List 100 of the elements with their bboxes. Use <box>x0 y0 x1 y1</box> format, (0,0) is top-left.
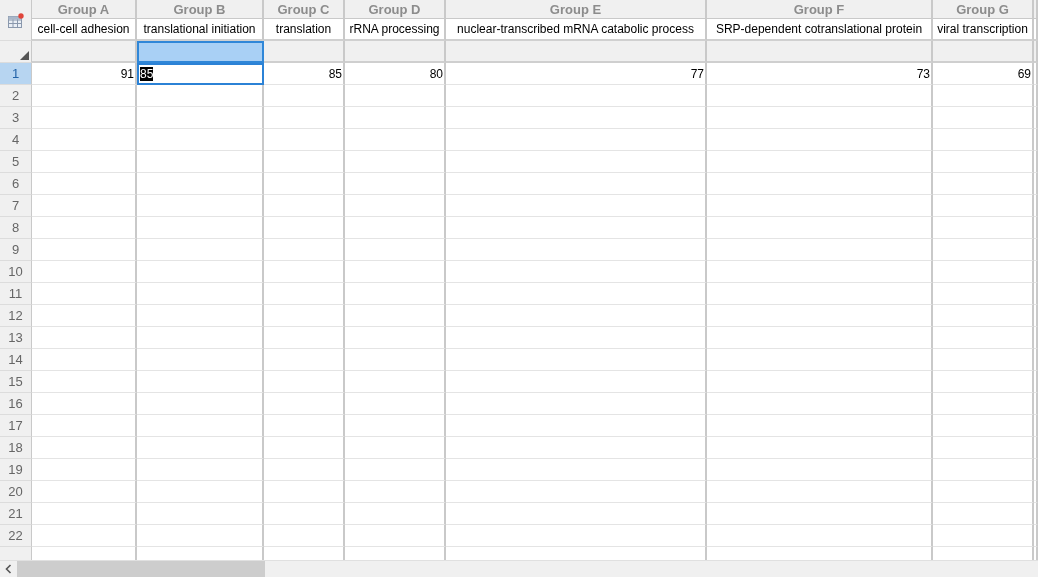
table-cell[interactable] <box>933 371 1034 393</box>
table-cell[interactable] <box>933 415 1034 437</box>
table-cell[interactable] <box>345 393 446 415</box>
table-cell[interactable] <box>933 327 1034 349</box>
table-cell[interactable] <box>264 371 345 393</box>
table-cell[interactable] <box>32 239 137 261</box>
table-cell[interactable] <box>446 481 707 503</box>
table-cell[interactable] <box>933 481 1034 503</box>
table-cell[interactable] <box>137 85 264 107</box>
table-cell[interactable] <box>446 107 707 129</box>
table-cell[interactable] <box>32 173 137 195</box>
table-cell[interactable] <box>345 129 446 151</box>
table-cell[interactable]: 91 <box>32 63 137 85</box>
table-cell[interactable] <box>345 371 446 393</box>
table-cell[interactable] <box>933 283 1034 305</box>
table-cell[interactable] <box>345 195 446 217</box>
table-cell[interactable] <box>264 481 345 503</box>
table-cell[interactable] <box>137 107 264 129</box>
table-cell[interactable] <box>32 107 137 129</box>
table-cell[interactable] <box>446 129 707 151</box>
table-cell[interactable] <box>446 503 707 525</box>
table-cell[interactable] <box>137 371 264 393</box>
table-cell[interactable] <box>707 327 933 349</box>
table-cell[interactable] <box>137 415 264 437</box>
table-cell[interactable] <box>933 195 1034 217</box>
table-cell[interactable] <box>137 151 264 173</box>
row-header[interactable]: 22 <box>0 525 32 547</box>
row-header[interactable]: 1 <box>0 63 32 85</box>
row-header[interactable]: 13 <box>0 327 32 349</box>
scroll-left-icon[interactable] <box>5 564 12 574</box>
table-cell[interactable] <box>345 481 446 503</box>
row-header[interactable]: 4 <box>0 129 32 151</box>
table-cell[interactable] <box>264 129 345 151</box>
column-header[interactable]: Group G <box>933 0 1034 19</box>
row-header[interactable]: 3 <box>0 107 32 129</box>
table-cell[interactable] <box>345 283 446 305</box>
table-cell[interactable] <box>707 525 933 547</box>
row-header[interactable]: 18 <box>0 437 32 459</box>
table-cell[interactable] <box>446 393 707 415</box>
table-cell[interactable] <box>137 283 264 305</box>
table-cell[interactable] <box>264 393 345 415</box>
table-cell[interactable] <box>933 151 1034 173</box>
table-cell[interactable] <box>32 437 137 459</box>
table-cell[interactable] <box>707 415 933 437</box>
table-cell[interactable] <box>707 459 933 481</box>
table-cell[interactable] <box>345 107 446 129</box>
table-cell[interactable] <box>345 415 446 437</box>
table-cell[interactable] <box>933 525 1034 547</box>
table-cell[interactable] <box>446 371 707 393</box>
row-header[interactable]: 12 <box>0 305 32 327</box>
row-header[interactable]: 21 <box>0 503 32 525</box>
table-cell[interactable] <box>707 217 933 239</box>
table-cell[interactable] <box>32 393 137 415</box>
table-cell[interactable] <box>32 349 137 371</box>
subcolumn-header[interactable] <box>933 41 1034 63</box>
table-cell[interactable] <box>707 371 933 393</box>
table-cell[interactable] <box>707 151 933 173</box>
column-header[interactable]: Group E <box>446 0 707 19</box>
table-cell[interactable] <box>345 305 446 327</box>
subcolumn-header[interactable] <box>446 41 707 63</box>
table-cell[interactable] <box>264 283 345 305</box>
table-cell[interactable] <box>707 85 933 107</box>
table-cell[interactable] <box>32 151 137 173</box>
table-cell[interactable] <box>32 525 137 547</box>
table-cell[interactable] <box>707 261 933 283</box>
row-header[interactable]: 8 <box>0 217 32 239</box>
table-cell[interactable] <box>707 173 933 195</box>
row-header[interactable]: 6 <box>0 173 32 195</box>
table-cell[interactable] <box>933 85 1034 107</box>
table-cell[interactable] <box>264 349 345 371</box>
table-cell[interactable] <box>345 327 446 349</box>
column-header[interactable]: Group F <box>707 0 933 19</box>
table-cell[interactable] <box>264 437 345 459</box>
table-cell[interactable] <box>137 327 264 349</box>
table-cell[interactable] <box>707 195 933 217</box>
row-header[interactable]: 11 <box>0 283 32 305</box>
table-cell[interactable] <box>264 85 345 107</box>
row-header[interactable]: 17 <box>0 415 32 437</box>
table-cell[interactable] <box>707 503 933 525</box>
table-cell[interactable] <box>933 107 1034 129</box>
table-cell[interactable] <box>933 261 1034 283</box>
subcolumn-header[interactable] <box>32 41 137 63</box>
table-cell[interactable] <box>264 107 345 129</box>
table-cell[interactable] <box>32 261 137 283</box>
table-cell[interactable] <box>933 305 1034 327</box>
table-cell[interactable] <box>137 481 264 503</box>
table-cell[interactable] <box>933 173 1034 195</box>
table-cell[interactable] <box>32 217 137 239</box>
table-cell[interactable] <box>345 151 446 173</box>
table-cell[interactable] <box>345 525 446 547</box>
row-header[interactable]: 10 <box>0 261 32 283</box>
table-cell[interactable] <box>446 195 707 217</box>
table-cell[interactable] <box>32 371 137 393</box>
table-cell[interactable] <box>264 151 345 173</box>
table-cell[interactable] <box>933 239 1034 261</box>
table-cell[interactable] <box>137 393 264 415</box>
table-cell[interactable] <box>707 239 933 261</box>
table-cell[interactable] <box>933 503 1034 525</box>
row-header[interactable]: 7 <box>0 195 32 217</box>
table-cell[interactable] <box>446 283 707 305</box>
